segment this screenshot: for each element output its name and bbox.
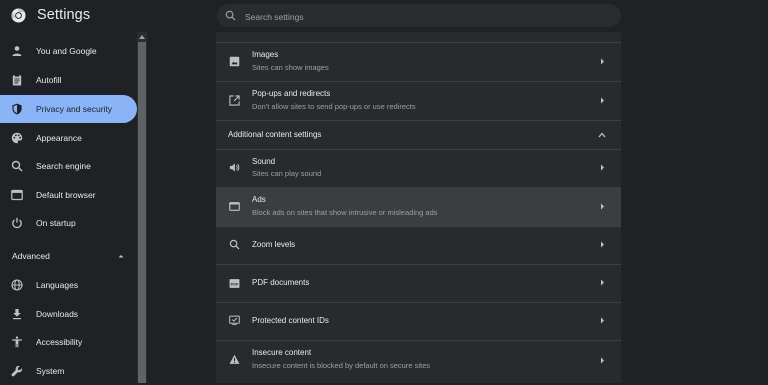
- pdf-icon: PDF: [229, 279, 240, 288]
- row-title: Protected content IDs: [252, 316, 329, 325]
- chevron-right-icon: [601, 58, 604, 65]
- row-title: Insecure content: [252, 348, 312, 357]
- chevron-right-icon: [601, 241, 604, 248]
- row-title: Zoom levels: [252, 240, 296, 249]
- row-subtitle: Block ads on sites that show intrusive o…: [252, 208, 438, 217]
- person-icon: [12, 46, 22, 56]
- row-title: Ads: [252, 195, 266, 204]
- chevron-up-icon[interactable]: [117, 252, 125, 260]
- sidebar-item-label: On startup: [36, 218, 76, 228]
- sidebar-item-label: Accessibility: [36, 337, 83, 347]
- divider: [216, 302, 621, 303]
- row-subtitle: Don't allow sites to send pop-ups or use…: [252, 102, 416, 111]
- divider: [216, 42, 621, 43]
- additional-content-settings-header[interactable]: Additional content settings: [216, 120, 621, 150]
- search-icon: [225, 10, 236, 21]
- chevron-right-icon: [601, 317, 604, 324]
- row-insecure-content[interactable]: Insecure content Insecure content is blo…: [216, 340, 621, 383]
- sidebar-item-label: You and Google: [36, 46, 97, 56]
- divider: [216, 226, 621, 227]
- image-icon: [229, 56, 240, 67]
- row-zoom-levels[interactable]: Zoom levels: [216, 226, 621, 264]
- chevron-right-icon: [601, 357, 604, 364]
- divider: [216, 149, 621, 150]
- sidebar-item-label: Search engine: [36, 161, 91, 171]
- row-title: Sound: [252, 157, 276, 166]
- top-bar: Settings: [0, 0, 768, 32]
- sidebar-item-system[interactable]: System: [0, 357, 137, 385]
- wrench-icon: [11, 365, 22, 377]
- sidebar-item-downloads[interactable]: Downloads: [0, 300, 137, 328]
- svg-text:PDF: PDF: [231, 282, 239, 286]
- chevron-up-icon[interactable]: [598, 132, 606, 138]
- speaker-icon: [229, 163, 240, 172]
- browser-icon: [11, 189, 23, 201]
- scroll-up-arrow-icon[interactable]: [139, 35, 145, 39]
- download-icon: [13, 309, 21, 320]
- divider: [216, 340, 621, 341]
- power-icon: [12, 217, 22, 229]
- accessibility-icon: [12, 336, 22, 348]
- chrome-logo-icon: [11, 8, 26, 23]
- sidebar-item-autofill[interactable]: Autofill: [0, 66, 137, 94]
- app-title: Settings: [37, 7, 91, 23]
- scrollbar-thumb[interactable]: [138, 42, 146, 383]
- row-subtitle: Sites can play sound: [252, 169, 322, 178]
- chevron-right-icon: [601, 203, 604, 210]
- content-settings-panel: Images Sites can show images Pop-ups and…: [216, 32, 621, 383]
- sidebar-item-label: Languages: [36, 280, 79, 290]
- divider: [216, 81, 621, 82]
- divider: [216, 120, 621, 121]
- sidebar-item-on-startup[interactable]: On startup: [0, 209, 137, 237]
- row-protected-content-ids[interactable]: Protected content IDs: [216, 302, 621, 340]
- sidebar-item-languages[interactable]: Languages: [0, 271, 137, 299]
- palette-icon: [11, 132, 23, 144]
- protected-content-icon: [229, 315, 240, 326]
- row-ads[interactable]: Ads Block ads on sites that show intrusi…: [216, 187, 621, 226]
- shield-icon: [12, 103, 22, 115]
- sidebar-item-label: Appearance: [36, 133, 82, 143]
- sidebar-scrollbar[interactable]: [137, 32, 147, 383]
- chevron-right-icon: [601, 279, 604, 286]
- sidebar-nav: You and Google Autofill Privacy and secu…: [0, 32, 137, 383]
- row-subtitle: Sites can show images: [252, 63, 329, 72]
- sidebar-item-search-engine[interactable]: Search engine: [0, 152, 137, 180]
- sidebar-item-label: System: [36, 366, 65, 376]
- row-title: Pop-ups and redirects: [252, 89, 331, 98]
- row-pdf-documents[interactable]: PDF PDF documents: [216, 264, 621, 302]
- warning-icon: [229, 354, 240, 364]
- zoom-icon: [229, 239, 240, 250]
- row-popups-and-redirects[interactable]: Pop-ups and redirects Don't allow sites …: [216, 81, 621, 120]
- sidebar-item-label: Downloads: [36, 309, 79, 319]
- search-icon: [11, 160, 23, 172]
- ads-icon: [229, 202, 240, 211]
- row-subtitle: Insecure content is blocked by default o…: [252, 361, 431, 370]
- sidebar-item-accessibility[interactable]: Accessibility: [0, 328, 137, 356]
- row-title: Images: [252, 50, 279, 59]
- search-box[interactable]: [217, 4, 621, 29]
- sidebar-item-privacy-and-security[interactable]: Privacy and security: [0, 95, 137, 123]
- row-title: PDF documents: [252, 278, 310, 287]
- chevron-right-icon: [601, 97, 604, 104]
- sidebar-item-label: Autofill: [36, 75, 62, 85]
- clipboard-icon: [12, 74, 22, 86]
- sidebar-item-default-browser[interactable]: Default browser: [0, 181, 137, 209]
- sidebar-item-you-and-google[interactable]: You and Google: [0, 37, 137, 65]
- sidebar-item-appearance[interactable]: Appearance: [0, 124, 137, 152]
- popup-icon: [229, 95, 240, 106]
- section-title: Additional content settings: [228, 130, 322, 139]
- divider: [216, 264, 621, 265]
- advanced-section-toggle[interactable]: Advanced: [12, 251, 50, 261]
- sidebar-item-label: Privacy and security: [36, 104, 113, 114]
- row-images[interactable]: Images Sites can show images: [216, 42, 621, 81]
- chevron-right-icon: [601, 164, 604, 171]
- search-input[interactable]: [243, 4, 607, 29]
- sidebar-item-label: Default browser: [36, 190, 96, 200]
- row-sound[interactable]: Sound Sites can play sound: [216, 149, 621, 187]
- globe-icon: [11, 279, 23, 291]
